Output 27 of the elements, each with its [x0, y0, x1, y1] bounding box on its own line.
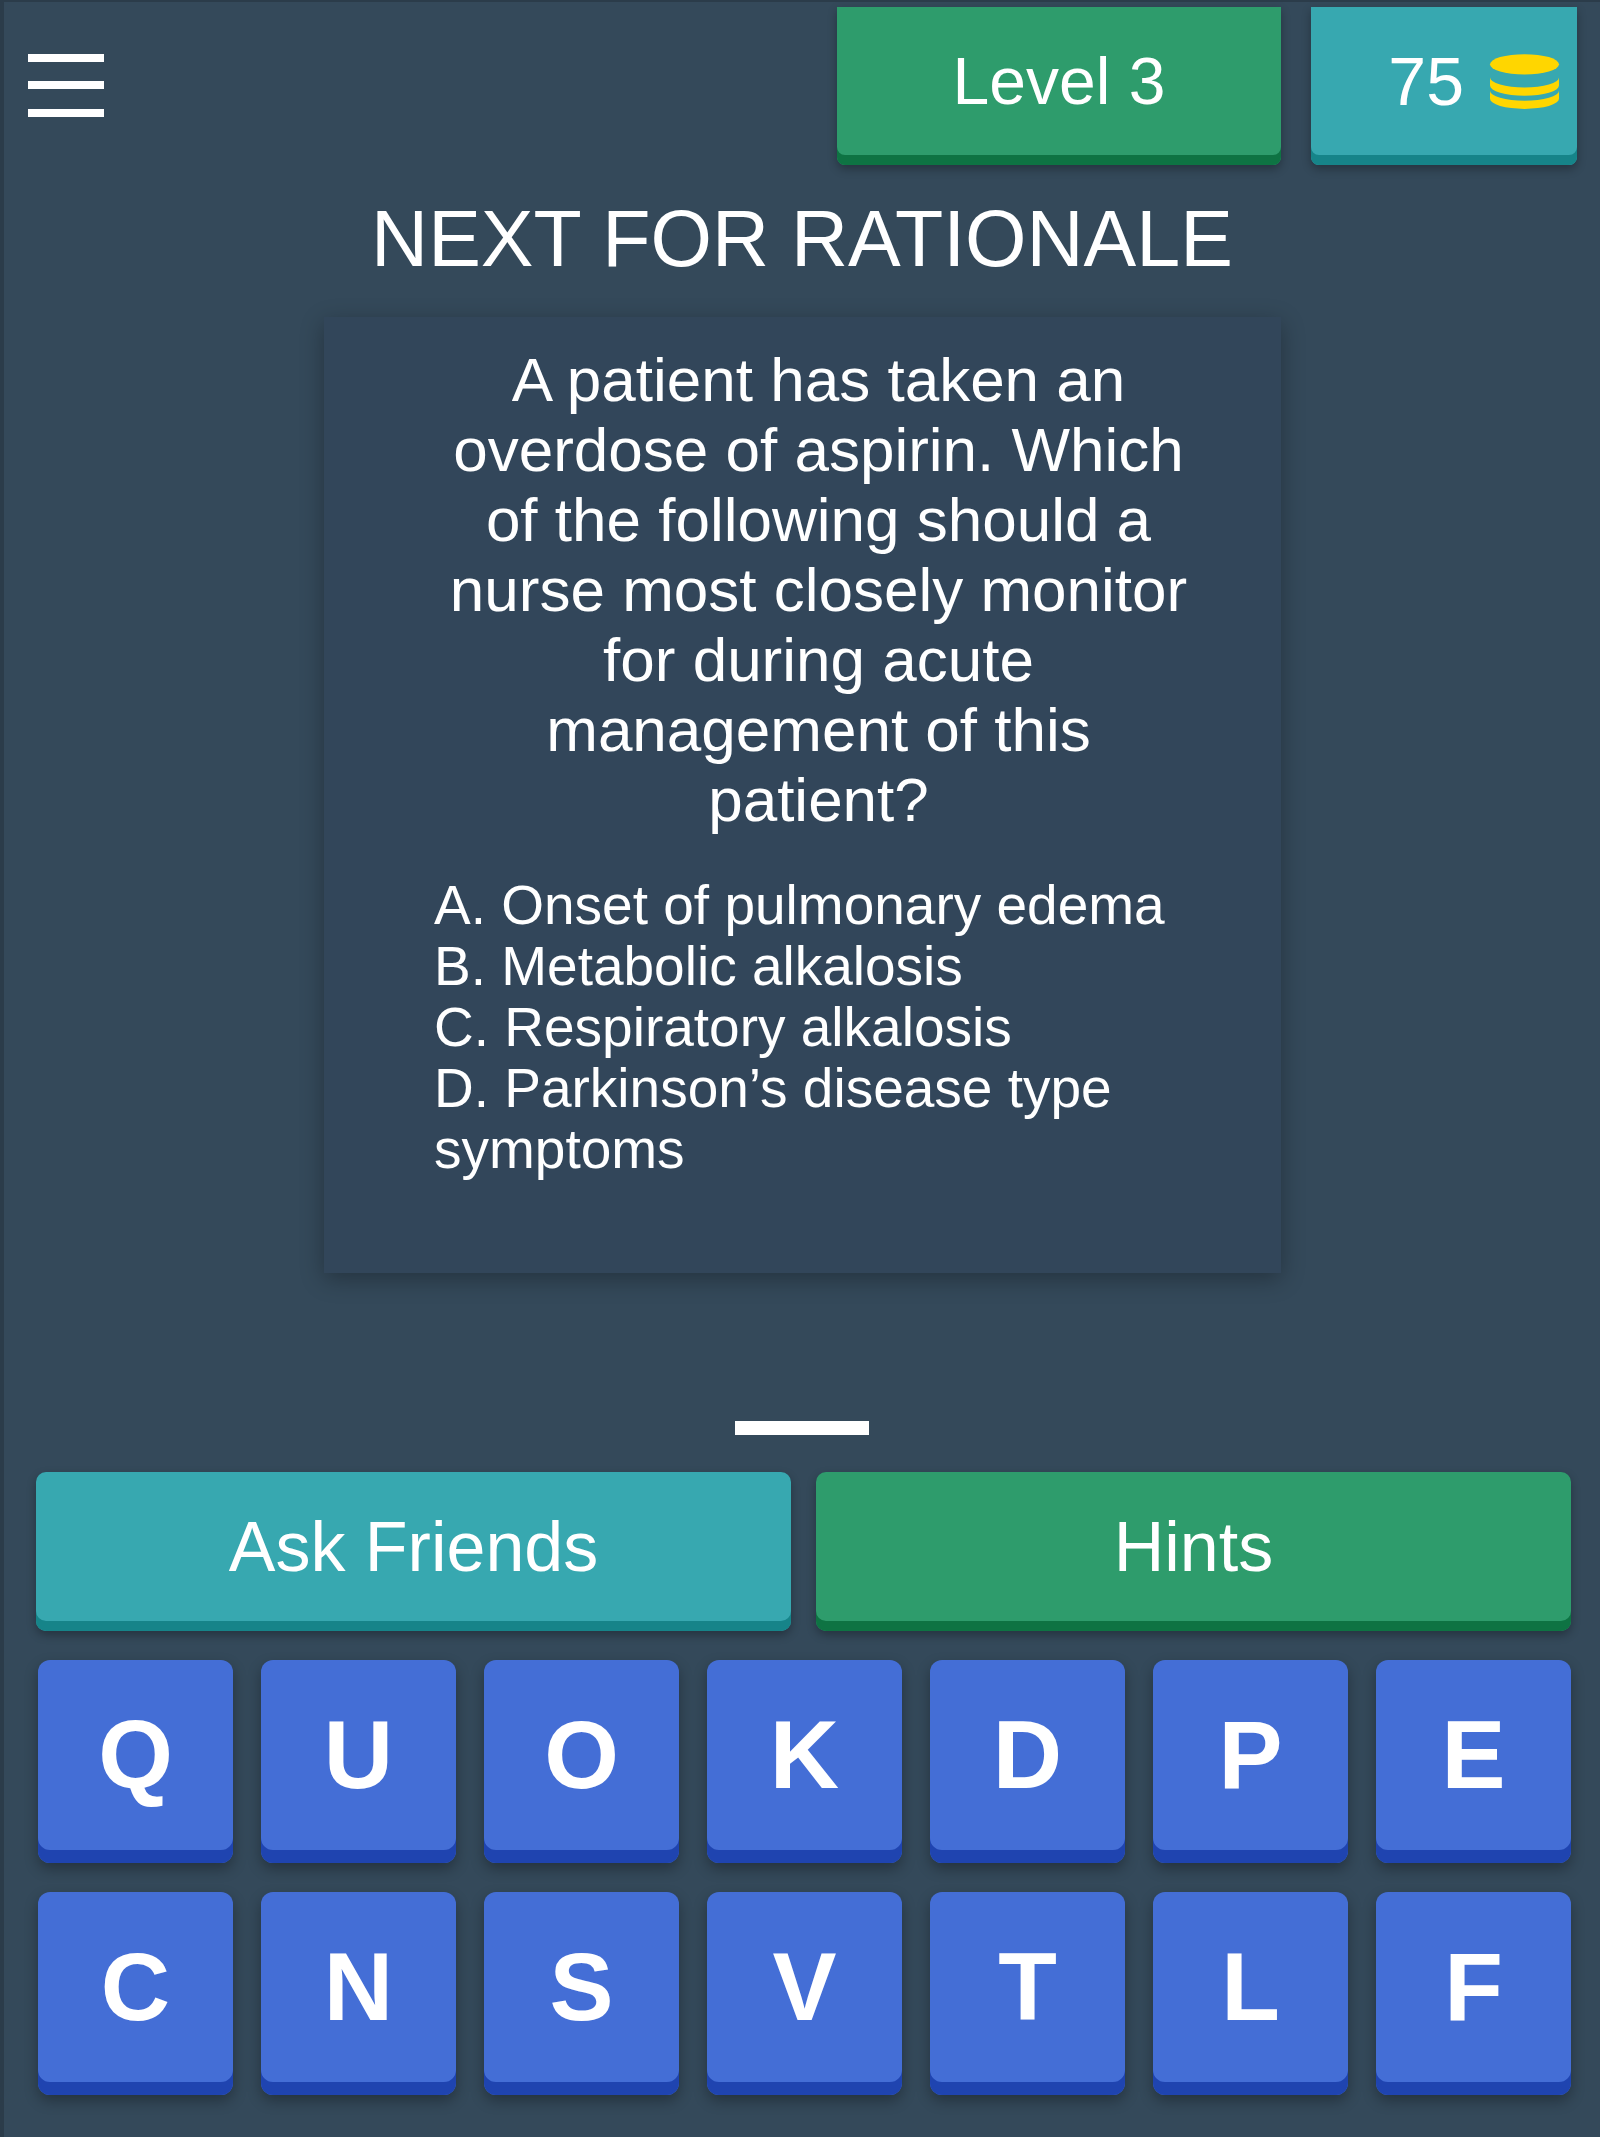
letter-key[interactable]: F [1376, 1892, 1571, 2095]
coin-stack-icon [1488, 52, 1561, 110]
letter-key[interactable]: O [484, 1660, 679, 1863]
answer-option: A. Onset of pulmonary edema [434, 875, 1203, 936]
answer-option: C. Respiratory alkalosis [434, 997, 1203, 1058]
letter-key[interactable]: U [261, 1660, 456, 1863]
letter-key[interactable]: D [930, 1660, 1125, 1863]
menu-icon[interactable] [28, 54, 104, 117]
letter-key[interactable]: L [1153, 1892, 1348, 2095]
level-button[interactable]: Level 3 [837, 7, 1281, 165]
letter-key[interactable]: N [261, 1892, 456, 2095]
page-title: NEXT FOR RATIONALE [370, 193, 1234, 285]
answer-option: B. Metabolic alkalosis [434, 936, 1203, 997]
letter-key[interactable]: E [1376, 1660, 1571, 1863]
letter-key[interactable]: K [707, 1660, 902, 1863]
coins-button[interactable]: 75 [1311, 7, 1577, 165]
coin-count: 75 [1388, 42, 1464, 120]
letter-key[interactable]: Q [38, 1660, 233, 1863]
letter-key[interactable]: S [484, 1892, 679, 2095]
hints-button[interactable]: Hints [816, 1472, 1571, 1631]
letter-key[interactable]: V [707, 1892, 902, 2095]
question-text: A patient has taken an overdose of aspirin. Which of the following should a nurse most closely monitor for during acute management of this patient? [448, 345, 1189, 835]
answer-option: D. Parkinson’s disease type symptoms [434, 1058, 1203, 1180]
letter-key[interactable]: C [38, 1892, 233, 2095]
ask-friends-button[interactable]: Ask Friends [36, 1472, 791, 1631]
letter-key[interactable]: T [930, 1892, 1125, 2095]
letter-key[interactable]: P [1153, 1660, 1348, 1863]
